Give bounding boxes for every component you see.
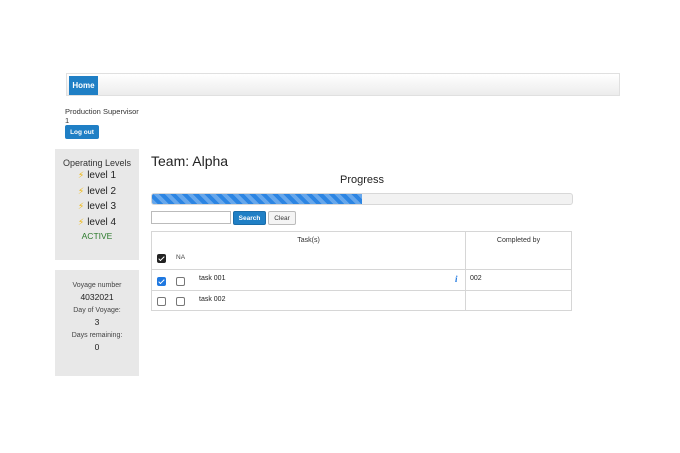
level-label: level 4 xyxy=(87,216,117,228)
top-navbar: Home xyxy=(66,73,620,96)
progress-bar xyxy=(151,193,573,205)
select-all-checkbox[interactable] xyxy=(157,254,166,263)
level-label: level 3 xyxy=(87,201,117,212)
clear-button[interactable]: Clear xyxy=(268,211,296,225)
info-icon[interactable]: i xyxy=(455,274,458,284)
task-name: task 002 xyxy=(199,296,226,303)
level-item: ⚡ level 2 xyxy=(55,184,139,200)
logout-button[interactable]: Log out xyxy=(65,125,99,139)
voyage-number-label: Voyage number xyxy=(72,282,122,289)
task-na-checkbox[interactable] xyxy=(176,277,185,286)
day-of-voyage-label: Day of Voyage: xyxy=(73,307,121,314)
lightning-bolt-icon: ⚡ xyxy=(77,170,85,180)
row-divider xyxy=(152,290,571,291)
level-status-badge: ACTIVE xyxy=(81,231,113,241)
level-label: level 1 xyxy=(87,170,117,181)
lightning-bolt-icon: ⚡ xyxy=(77,201,85,211)
voyage-info-panel: Voyage number 4032021 Day of Voyage: 3 D… xyxy=(55,270,139,376)
level-item: ⚡ level 3 xyxy=(55,199,139,215)
operating-levels-panel: Operating Levels ⚡ level 1 ⚡ level 2 ⚡ leve… xyxy=(55,149,139,260)
lightning-bolt-icon: ⚡ xyxy=(77,216,85,227)
lightning-bolt-icon: ⚡ xyxy=(77,185,85,196)
na-column-header: NA xyxy=(176,254,186,261)
days-remaining-value: 0 xyxy=(94,342,100,352)
days-remaining-label: Days remaining: xyxy=(71,332,123,339)
level-item: ⚡ level 4 xyxy=(55,215,139,231)
nav-home-tab[interactable]: Home xyxy=(69,76,98,95)
level-item: ⚡ level 1 xyxy=(55,168,139,184)
day-of-voyage-value: 3 xyxy=(94,317,100,327)
task-select-checkbox[interactable] xyxy=(157,297,166,306)
completed-by-value: 002 xyxy=(470,275,482,282)
search-input[interactable] xyxy=(151,211,231,224)
user-role-label: Production Supervisor 1 xyxy=(65,107,139,125)
operating-levels-title: Operating Levels xyxy=(62,158,132,168)
task-name: task 001 xyxy=(199,275,226,282)
team-title: Team: Alpha xyxy=(151,153,229,169)
row-divider xyxy=(152,269,571,270)
level-label: level 2 xyxy=(87,185,117,197)
voyage-number-value: 4032021 xyxy=(80,292,114,302)
task-select-checkbox[interactable] xyxy=(157,277,166,286)
task-na-checkbox[interactable] xyxy=(176,297,185,306)
task-table: Task(s) Completed by NA task 001 i 002 t… xyxy=(151,231,572,311)
tasks-column-header: Task(s) xyxy=(297,237,320,244)
search-button[interactable]: Search xyxy=(233,211,266,225)
completed-by-column-header: Completed by xyxy=(496,237,541,244)
progress-bar-fill xyxy=(152,194,362,204)
progress-title: Progress xyxy=(339,174,385,186)
